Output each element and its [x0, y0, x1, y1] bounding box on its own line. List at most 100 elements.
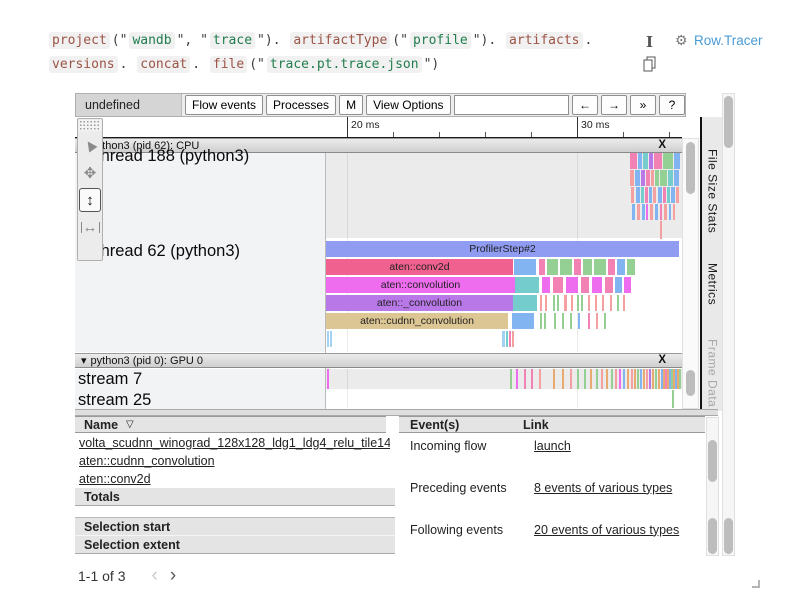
trace-slice-aten-convolution[interactable]: aten::_convolution — [326, 295, 513, 311]
trace-block[interactable] — [588, 295, 590, 311]
trace-block[interactable] — [635, 170, 640, 186]
incoming-flow-link[interactable]: launch — [534, 439, 571, 453]
trace-block[interactable] — [606, 369, 608, 389]
close-cpu-track-icon[interactable]: X — [658, 139, 666, 151]
timeline-ruler[interactable]: 20 ms30 ms — [75, 117, 682, 138]
gpu-scrollbar-thumb[interactable] — [686, 370, 695, 396]
trace-block[interactable] — [574, 259, 581, 275]
trace-block[interactable] — [617, 259, 625, 275]
trace-block[interactable] — [515, 277, 539, 293]
trace-block[interactable] — [674, 153, 680, 169]
zoom-tool-icon[interactable]: ↕ — [79, 188, 101, 212]
trace-block[interactable] — [664, 204, 667, 220]
trace-block[interactable] — [590, 369, 592, 389]
prev-arrow-button[interactable]: ← — [572, 95, 598, 115]
table-row[interactable]: volta_scudnn_winograd_128x128_ldg1_ldg4_… — [75, 434, 390, 451]
trace-block[interactable] — [638, 153, 642, 169]
close-gpu-track-icon[interactable]: X — [658, 354, 666, 366]
trace-block[interactable] — [655, 204, 658, 220]
pan-tool-icon[interactable]: ✥ — [79, 161, 101, 185]
trace-block[interactable] — [595, 295, 597, 311]
trace-block[interactable] — [506, 331, 508, 347]
tab-metrics[interactable]: Metrics — [706, 263, 720, 305]
trace-block[interactable] — [516, 369, 518, 389]
trace-block[interactable] — [660, 170, 667, 186]
trace-block[interactable] — [672, 390, 674, 408]
trace-block[interactable] — [330, 331, 332, 347]
trace-block[interactable] — [650, 204, 653, 220]
trace-block[interactable] — [509, 331, 511, 347]
palette-drag-handle[interactable] — [79, 120, 101, 131]
trace-slice-aten-convolution[interactable]: aten::convolution — [326, 277, 515, 293]
trace-block[interactable] — [624, 277, 631, 293]
trace-block[interactable] — [649, 187, 652, 203]
trace-block[interactable] — [514, 259, 536, 275]
trace-block[interactable] — [679, 369, 681, 389]
trace-block[interactable] — [594, 259, 606, 275]
trace-block[interactable] — [627, 369, 629, 389]
outer-scrollbar-thumb[interactable] — [724, 96, 733, 148]
gpu-timeline[interactable] — [326, 369, 682, 409]
trace-block[interactable] — [584, 369, 586, 389]
trace-block[interactable] — [596, 369, 598, 389]
trace-block[interactable] — [653, 187, 656, 203]
trace-block[interactable] — [655, 170, 659, 186]
trace-block[interactable] — [663, 187, 666, 203]
trace-block[interactable] — [547, 259, 558, 275]
trace-block[interactable] — [611, 369, 613, 389]
trace-block[interactable] — [658, 369, 660, 389]
trace-block[interactable] — [623, 295, 625, 311]
gear-icon[interactable]: ⚙ — [675, 32, 688, 49]
trace-block[interactable] — [642, 204, 645, 220]
trace-block[interactable] — [660, 204, 662, 220]
trace-block[interactable] — [641, 170, 645, 186]
trace-block[interactable] — [668, 170, 673, 186]
trace-block[interactable] — [545, 295, 547, 311]
trace-block[interactable] — [654, 153, 662, 169]
trace-block[interactable] — [663, 153, 673, 169]
trace-block[interactable] — [643, 369, 645, 389]
page-next-icon[interactable]: › — [170, 569, 176, 583]
trace-block[interactable] — [570, 313, 572, 329]
trace-block[interactable] — [630, 170, 634, 186]
trace-block[interactable] — [327, 369, 329, 389]
trace-block[interactable] — [540, 295, 542, 311]
tab-file-size-stats[interactable]: File Size Stats — [706, 149, 720, 233]
trace-block[interactable] — [581, 295, 583, 311]
trace-block[interactable] — [570, 369, 572, 389]
select-tool-icon[interactable]: ▶ — [74, 130, 106, 162]
table-row[interactable]: aten::cudnn_convolution — [75, 452, 390, 469]
trace-block[interactable] — [669, 204, 671, 220]
text-cursor-icon[interactable]: I — [646, 33, 653, 51]
trace-block[interactable] — [643, 153, 648, 169]
trace-block[interactable] — [542, 277, 550, 293]
m-button[interactable]: M — [339, 95, 363, 115]
view-options-button[interactable]: View Options — [366, 95, 450, 115]
sort-icon[interactable]: ▽ — [126, 419, 134, 430]
collapse-arrow-icon[interactable]: ▾ — [81, 354, 87, 367]
trace-block[interactable] — [557, 295, 559, 311]
trace-block[interactable] — [641, 187, 644, 203]
row-tracer-link[interactable]: Row.Tracer — [694, 33, 763, 48]
trace-block[interactable] — [577, 295, 579, 311]
trace-block[interactable] — [601, 369, 603, 389]
trace-block[interactable] — [531, 369, 533, 389]
trace-slice-profilerstep-2[interactable]: ProfilerStep#2 — [326, 241, 679, 257]
trace-block[interactable] — [604, 313, 606, 329]
cpu-timeline[interactable]: ProfilerStep#2aten::conv2daten::convolut… — [326, 153, 682, 352]
trace-block[interactable] — [646, 170, 650, 186]
trace-block[interactable] — [640, 369, 642, 389]
op-name-link[interactable]: aten::conv2d — [79, 472, 151, 486]
help-button[interactable]: ? — [659, 95, 685, 115]
trace-block[interactable] — [553, 277, 563, 293]
trace-block[interactable] — [649, 369, 651, 389]
search-input[interactable] — [454, 95, 569, 115]
bottom-panel-scrollbar-thumb2[interactable] — [708, 518, 717, 554]
trace-block[interactable] — [671, 187, 675, 203]
following-events-link[interactable]: 20 events of various types — [534, 523, 679, 537]
trace-block[interactable] — [544, 313, 546, 329]
trace-block[interactable] — [631, 369, 633, 389]
trace-block[interactable] — [554, 313, 556, 329]
trace-block[interactable] — [539, 259, 545, 275]
trace-block[interactable] — [512, 331, 514, 347]
